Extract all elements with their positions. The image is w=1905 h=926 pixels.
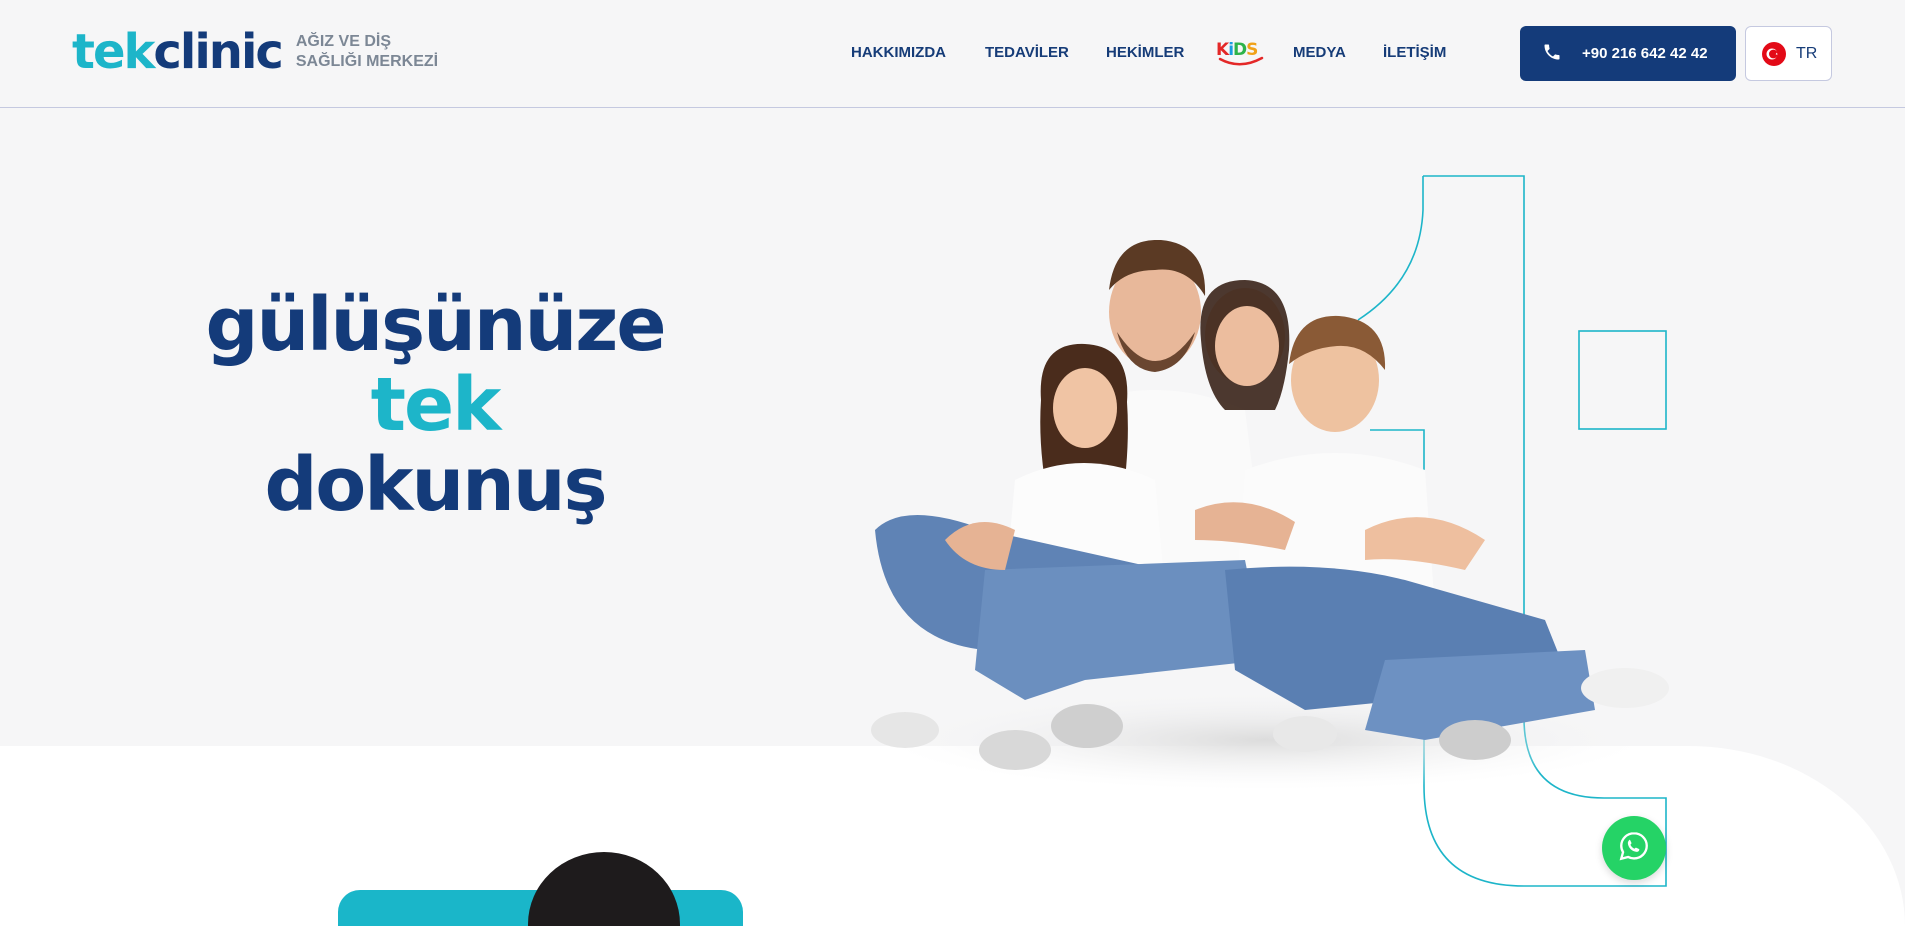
whatsapp-button[interactable] [1602, 816, 1666, 880]
whatsapp-icon [1617, 829, 1651, 868]
family-photo [871, 240, 1669, 790]
